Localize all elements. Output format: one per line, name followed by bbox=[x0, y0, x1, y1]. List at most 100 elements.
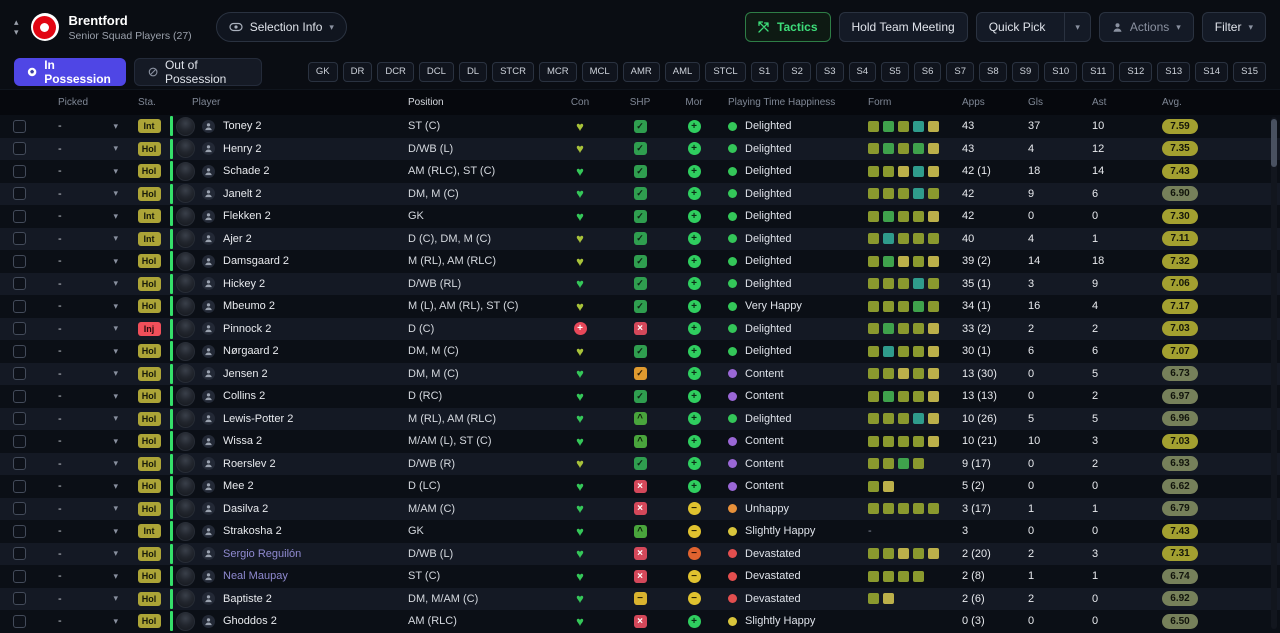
row-checkbox[interactable] bbox=[13, 232, 26, 245]
picked-dropdown[interactable]: - ▾ bbox=[40, 340, 132, 363]
table-row[interactable]: - ▾ Hol Mbeumo 2 M (L), AM (RL), ST (C) … bbox=[0, 295, 1280, 318]
player-profile-icon[interactable] bbox=[202, 547, 215, 560]
picked-dropdown[interactable]: - ▾ bbox=[40, 430, 132, 453]
vertical-scrollbar[interactable] bbox=[1271, 117, 1277, 629]
position-chip-s8[interactable]: S8 bbox=[979, 62, 1007, 82]
row-checkbox[interactable] bbox=[13, 187, 26, 200]
player-profile-icon[interactable] bbox=[202, 322, 215, 335]
player-profile-icon[interactable] bbox=[202, 615, 215, 628]
position-chip-stcr[interactable]: STCR bbox=[492, 62, 534, 82]
row-checkbox[interactable] bbox=[13, 480, 26, 493]
table-row[interactable]: - ▾ Int Flekken 2 GK ♥ ✓ + bbox=[0, 205, 1280, 228]
picked-dropdown[interactable]: - ▾ bbox=[40, 115, 132, 138]
scrollbar-thumb[interactable] bbox=[1271, 119, 1277, 167]
picked-dropdown[interactable]: - ▾ bbox=[40, 453, 132, 476]
player-profile-icon[interactable] bbox=[202, 412, 215, 425]
row-checkbox[interactable] bbox=[13, 615, 26, 628]
table-row[interactable]: - ▾ Hol Mee 2 D (LC) ♥ × + bbox=[0, 475, 1280, 498]
chevron-down-icon[interactable]: ▾ bbox=[14, 28, 19, 36]
row-checkbox[interactable] bbox=[13, 457, 26, 470]
position-chip-s11[interactable]: S11 bbox=[1082, 62, 1114, 82]
col-picked[interactable]: Picked bbox=[40, 90, 132, 115]
player-profile-icon[interactable] bbox=[202, 210, 215, 223]
picked-dropdown[interactable]: - ▾ bbox=[40, 498, 132, 521]
player-name[interactable]: Nørgaard 2 bbox=[223, 345, 279, 357]
tab-out-of-possession[interactable]: Out of Possession bbox=[134, 58, 262, 86]
position-chip-s3[interactable]: S3 bbox=[816, 62, 844, 82]
table-row[interactable]: - ▾ Hol Henry 2 D/WB (L) ♥ ✓ + bbox=[0, 138, 1280, 161]
row-checkbox[interactable] bbox=[13, 547, 26, 560]
picked-dropdown[interactable]: - ▾ bbox=[40, 408, 132, 431]
picked-dropdown[interactable]: - ▾ bbox=[40, 565, 132, 588]
position-chip-mcl[interactable]: MCL bbox=[582, 62, 618, 82]
position-chip-s1[interactable]: S1 bbox=[751, 62, 779, 82]
row-checkbox[interactable] bbox=[13, 345, 26, 358]
position-chip-s5[interactable]: S5 bbox=[881, 62, 909, 82]
player-profile-icon[interactable] bbox=[202, 457, 215, 470]
position-chip-s9[interactable]: S9 bbox=[1012, 62, 1040, 82]
row-checkbox[interactable] bbox=[13, 367, 26, 380]
player-name[interactable]: Henry 2 bbox=[223, 143, 262, 155]
picked-dropdown[interactable]: - ▾ bbox=[40, 363, 132, 386]
table-row[interactable]: - ▾ Hol Dasilva 2 M/AM (C) ♥ × − bbox=[0, 498, 1280, 521]
row-checkbox[interactable] bbox=[13, 300, 26, 313]
col-con[interactable]: Con bbox=[552, 90, 608, 115]
table-row[interactable]: - ▾ Hol Nørgaard 2 DM, M (C) ♥ ✓ bbox=[0, 340, 1280, 363]
col-gls[interactable]: Gls bbox=[1018, 90, 1082, 115]
col-avg[interactable]: Avg. bbox=[1148, 90, 1228, 115]
position-chip-s6[interactable]: S6 bbox=[914, 62, 942, 82]
player-name[interactable]: Janelt 2 bbox=[223, 188, 262, 200]
table-row[interactable]: - ▾ Hol Wissa 2 M/AM (L), ST (C) ♥ ^ bbox=[0, 430, 1280, 453]
position-chip-s2[interactable]: S2 bbox=[783, 62, 811, 82]
player-name[interactable]: Strakosha 2 bbox=[223, 525, 282, 537]
picked-dropdown[interactable]: - ▾ bbox=[40, 588, 132, 611]
picked-dropdown[interactable]: - ▾ bbox=[40, 273, 132, 296]
player-name[interactable]: Toney 2 bbox=[223, 120, 262, 132]
picked-dropdown[interactable]: - ▾ bbox=[40, 295, 132, 318]
player-profile-icon[interactable] bbox=[202, 592, 215, 605]
player-name[interactable]: Flekken 2 bbox=[223, 210, 271, 222]
col-mor[interactable]: Mor bbox=[672, 90, 716, 115]
player-name[interactable]: Collins 2 bbox=[223, 390, 265, 402]
row-checkbox[interactable] bbox=[13, 412, 26, 425]
player-name[interactable]: Wissa 2 bbox=[223, 435, 262, 447]
player-name[interactable]: Hickey 2 bbox=[223, 278, 265, 290]
player-profile-icon[interactable] bbox=[202, 232, 215, 245]
row-checkbox[interactable] bbox=[13, 277, 26, 290]
col-ast[interactable]: Ast bbox=[1082, 90, 1148, 115]
player-name[interactable]: Roerslev 2 bbox=[223, 458, 276, 470]
player-profile-icon[interactable] bbox=[202, 502, 215, 515]
position-chip-dl[interactable]: DL bbox=[459, 62, 487, 82]
row-checkbox[interactable] bbox=[13, 210, 26, 223]
row-checkbox[interactable] bbox=[13, 322, 26, 335]
tactics-button[interactable]: Tactics bbox=[745, 12, 830, 42]
col-apps[interactable]: Apps bbox=[952, 90, 1018, 115]
table-row[interactable]: - ▾ Hol Sergio Reguilón D/WB (L) ♥ × bbox=[0, 543, 1280, 566]
player-name[interactable]: Neal Maupay bbox=[223, 570, 288, 582]
col-sta[interactable]: Sta. bbox=[132, 90, 166, 115]
col-position[interactable]: Position bbox=[404, 90, 552, 115]
player-profile-icon[interactable] bbox=[202, 255, 215, 268]
row-checkbox[interactable] bbox=[13, 570, 26, 583]
col-shp[interactable]: SHP bbox=[608, 90, 672, 115]
player-profile-icon[interactable] bbox=[202, 367, 215, 380]
row-checkbox[interactable] bbox=[13, 120, 26, 133]
player-profile-icon[interactable] bbox=[202, 345, 215, 358]
player-profile-icon[interactable] bbox=[202, 480, 215, 493]
picked-dropdown[interactable]: - ▾ bbox=[40, 250, 132, 273]
table-row[interactable]: - ▾ Hol Neal Maupay ST (C) ♥ × − bbox=[0, 565, 1280, 588]
player-profile-icon[interactable] bbox=[202, 165, 215, 178]
position-chip-s14[interactable]: S14 bbox=[1195, 62, 1228, 82]
actions-button[interactable]: Actions ▾ bbox=[1099, 12, 1194, 42]
player-name[interactable]: Lewis-Potter 2 bbox=[223, 413, 293, 425]
row-checkbox[interactable] bbox=[13, 255, 26, 268]
table-row[interactable]: - ▾ Hol Janelt 2 DM, M (C) ♥ ✓ + bbox=[0, 183, 1280, 206]
picked-dropdown[interactable]: - ▾ bbox=[40, 543, 132, 566]
position-chip-s12[interactable]: S12 bbox=[1119, 62, 1152, 82]
table-row[interactable]: - ▾ Hol Jensen 2 DM, M (C) ♥ ✓ + bbox=[0, 363, 1280, 386]
player-name[interactable]: Damsgaard 2 bbox=[223, 255, 289, 267]
player-name[interactable]: Sergio Reguilón bbox=[223, 548, 301, 560]
picked-dropdown[interactable]: - ▾ bbox=[40, 138, 132, 161]
picked-dropdown[interactable]: - ▾ bbox=[40, 228, 132, 251]
player-name[interactable]: Ajer 2 bbox=[223, 233, 252, 245]
